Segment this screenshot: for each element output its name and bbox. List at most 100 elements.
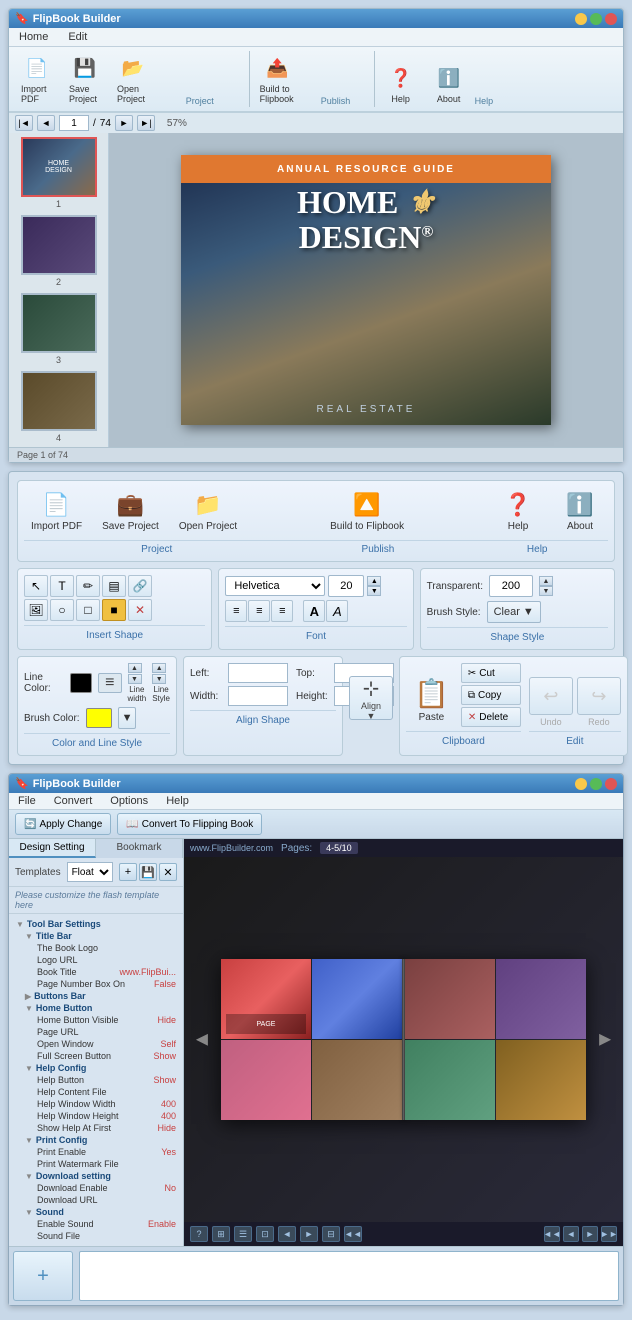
line-style-up[interactable]: ▲	[152, 663, 166, 673]
close-btn[interactable]	[605, 13, 617, 25]
next-spread-btn[interactable]: ►	[595, 1028, 615, 1051]
align-left-btn[interactable]: ≡	[225, 600, 247, 622]
tree-download-setting[interactable]: ▼ Download setting	[13, 1170, 179, 1182]
text-tool-btn[interactable]: T	[50, 575, 74, 597]
apply-change-btn[interactable]: 🔄 Apply Change	[15, 813, 111, 835]
next-page-btn[interactable]: ►	[115, 115, 133, 131]
tree-help-height[interactable]: Help Window Height 400	[13, 1110, 179, 1122]
tree-help-first[interactable]: Show Help At First Hide	[13, 1122, 179, 1134]
tree-sound[interactable]: ▼ Sound	[13, 1206, 179, 1218]
font-size-down[interactable]: ▼	[367, 586, 381, 596]
transparent-down[interactable]: ▼	[539, 586, 553, 596]
line-style-icon[interactable]: ≡	[98, 673, 122, 693]
tree-help-width[interactable]: Help Window Width 400	[13, 1098, 179, 1110]
cursor-tool-btn[interactable]: ↖	[24, 575, 48, 597]
tree-help-config[interactable]: ▼ Help Config	[13, 1062, 179, 1074]
undo-btn[interactable]: ↩	[529, 677, 573, 715]
prev-spread-btn[interactable]: ◄	[192, 1028, 212, 1051]
transparent-input[interactable]	[489, 575, 533, 597]
tree-print-config[interactable]: ▼ Print Config	[13, 1134, 179, 1146]
tree-help-content[interactable]: Help Content File	[13, 1086, 179, 1098]
image-tool-btn[interactable]: 🖼	[24, 599, 48, 621]
tree-home-btn[interactable]: ▼ Home Button	[13, 1002, 179, 1014]
maximize-btn[interactable]	[590, 13, 602, 25]
redo-btn[interactable]: ↪	[577, 677, 621, 715]
tree-sound-file[interactable]: Sound File	[13, 1230, 179, 1242]
align-center-btn[interactable]: ≡	[248, 600, 270, 622]
tree-download-enable[interactable]: Download Enable No	[13, 1182, 179, 1194]
s2-save-project-btn[interactable]: 💼 Save Project	[95, 487, 166, 536]
s2-open-project-btn[interactable]: 📁 Open Project	[172, 487, 244, 536]
preview-menu-btn[interactable]: ◄◄	[344, 1226, 362, 1242]
thumbnail-3[interactable]: 3	[13, 293, 104, 365]
brush-style-dropdown[interactable]: Clear ▼	[487, 601, 541, 623]
thumbnail-2[interactable]: 2	[13, 215, 104, 287]
preview-list-btn[interactable]: ☰	[234, 1226, 252, 1242]
template-add-btn[interactable]: +	[119, 863, 137, 881]
tree-home-visible[interactable]: Home Button Visible Hide	[13, 1014, 179, 1026]
s3-menu-help[interactable]: Help	[163, 794, 192, 808]
tree-buttons-bar[interactable]: ▶ Buttons Bar	[13, 990, 179, 1002]
tree-print-enable[interactable]: Print Enable Yes	[13, 1146, 179, 1158]
tab-bookmark[interactable]: Bookmark	[96, 839, 183, 858]
s3-minimize-btn[interactable]	[575, 778, 587, 790]
template-del-btn[interactable]: ✕	[159, 863, 177, 881]
line-width-down[interactable]: ▼	[128, 674, 142, 684]
template-select[interactable]: Float	[67, 862, 113, 882]
textbox-tool-btn[interactable]: ▤	[102, 575, 126, 597]
preview-grid-btn[interactable]: ⊞	[212, 1226, 230, 1242]
build-flipbook-btn[interactable]: 📤 Build to Flipbook	[254, 51, 302, 107]
font-size-up[interactable]: ▲	[367, 576, 381, 586]
s3-close-btn[interactable]	[605, 778, 617, 790]
about-btn[interactable]: ℹ️ About	[427, 61, 471, 107]
brush-color-dropdown[interactable]: ▼	[118, 707, 137, 729]
tree-toolbar-settings[interactable]: ▼ Tool Bar Settings	[13, 918, 179, 930]
preview-zoom-out-btn[interactable]: ►	[300, 1226, 318, 1242]
preview-first-btn[interactable]: ◄◄	[544, 1226, 560, 1242]
preview-help-btn[interactable]: ?	[190, 1226, 208, 1242]
rect-tool-btn[interactable]: □	[76, 599, 100, 621]
import-pdf-btn[interactable]: 📄 Import PDF	[15, 51, 59, 107]
tab-design-setting[interactable]: Design Setting	[9, 839, 96, 858]
font-size-input[interactable]	[328, 575, 364, 597]
pencil-tool-btn[interactable]: ✏	[76, 575, 100, 597]
s2-build-btn[interactable]: 🔼 Build to Flipbook	[323, 487, 411, 536]
preview-last-btn[interactable]: ►►	[601, 1226, 617, 1242]
s2-import-pdf-btn[interactable]: 📄 Import PDF	[24, 487, 89, 536]
preview-zoom-in-btn[interactable]: ◄	[278, 1226, 296, 1242]
preview-next-btn[interactable]: ►	[582, 1226, 598, 1242]
tree-open-window[interactable]: Open Window Self	[13, 1038, 179, 1050]
left-input[interactable]	[228, 663, 288, 683]
line-width-up[interactable]: ▲	[128, 663, 142, 673]
s3-menu-file[interactable]: File	[15, 794, 39, 808]
brush-color-swatch[interactable]	[86, 708, 112, 728]
tree-fullscreen-btn[interactable]: Full Screen Button Show	[13, 1050, 179, 1062]
copy-btn[interactable]: ⧉ Copy	[461, 685, 521, 705]
transparent-up[interactable]: ▲	[539, 576, 553, 586]
page-input[interactable]	[59, 115, 89, 131]
cut-btn[interactable]: ✂ Cut	[461, 663, 521, 683]
last-page-btn[interactable]: ►|	[137, 115, 155, 131]
s3-maximize-btn[interactable]	[590, 778, 602, 790]
add-thumbnail-btn[interactable]: +	[13, 1251, 73, 1301]
preview-fullscreen-btn[interactable]: ⊡	[256, 1226, 274, 1242]
thumbnail-4[interactable]: 4	[13, 371, 104, 443]
s2-help-btn[interactable]: ❓ Help	[490, 487, 546, 536]
convert-flipbook-btn[interactable]: 📖 Convert To Flipping Book	[117, 813, 262, 835]
s3-menu-convert[interactable]: Convert	[51, 794, 96, 808]
thumbnail-1[interactable]: HOMEDESIGN 1	[13, 137, 104, 209]
link-tool-btn[interactable]: 🔗	[128, 575, 152, 597]
preview-prev-btn[interactable]: ◄	[563, 1226, 579, 1242]
tree-titlebar[interactable]: ▼ Title Bar	[13, 930, 179, 942]
align-grid-btn[interactable]: ⊹ Align ▼	[349, 676, 393, 720]
minimize-btn[interactable]	[575, 13, 587, 25]
menu-home[interactable]: Home	[15, 30, 52, 44]
s2-about-btn[interactable]: ℹ️ About	[552, 487, 608, 536]
colored-rect-btn[interactable]: ■	[102, 599, 126, 621]
delete-shape-btn[interactable]: ✕	[128, 599, 152, 621]
delete-btn[interactable]: ✕ Delete	[461, 707, 521, 727]
line-color-swatch[interactable]	[70, 673, 92, 693]
line-style-down[interactable]: ▼	[152, 674, 166, 684]
tree-print-watermark[interactable]: Print Watermark File	[13, 1158, 179, 1170]
tree-book-title[interactable]: Book Title www.FlipBui...	[13, 966, 179, 978]
